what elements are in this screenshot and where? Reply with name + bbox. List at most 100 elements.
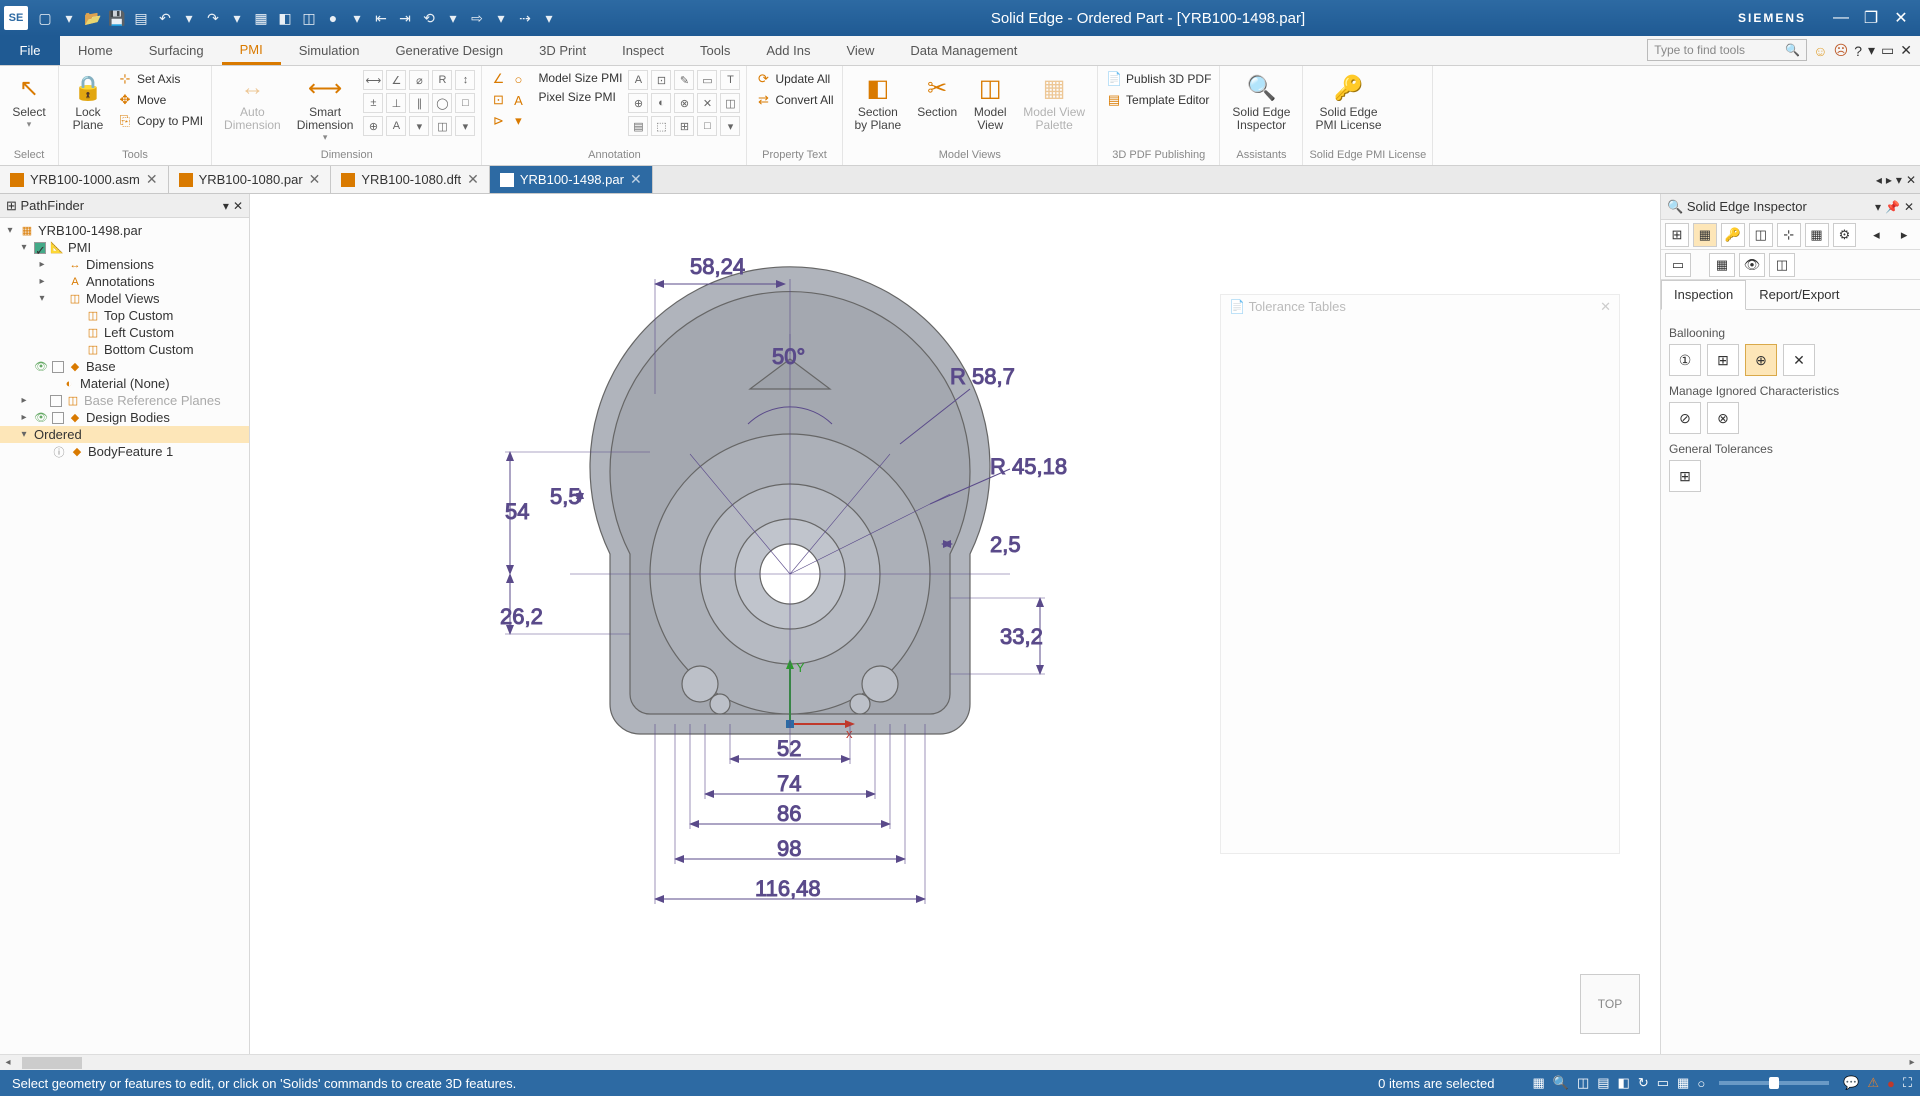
smart-dimension-button[interactable]: ⟷ Smart Dimension ▾ <box>291 70 360 145</box>
report-export-tab[interactable]: Report/Export <box>1746 280 1852 309</box>
tab-home[interactable]: Home <box>60 36 131 65</box>
select-button[interactable]: ↖ Select ▾ <box>6 70 52 132</box>
tab-inspect[interactable]: Inspect <box>604 36 682 65</box>
sb-notify-icon[interactable]: 💬 <box>1843 1075 1859 1091</box>
anno-tool-15[interactable]: ▾ <box>720 116 740 136</box>
anno-icon-6[interactable]: ▾ <box>510 113 526 129</box>
anno-tool-9[interactable]: ✕ <box>697 93 717 113</box>
set-axis-button[interactable]: ⊹Set Axis <box>115 70 205 88</box>
anno-icon-4[interactable]: A <box>510 92 526 108</box>
insp-tb-7[interactable]: ⚙ <box>1833 223 1857 247</box>
sb-icon-2[interactable]: 🔍 <box>1553 1075 1569 1091</box>
qat-nav5-icon[interactable]: ⇢ <box>516 9 534 27</box>
dim-tool-15[interactable]: ▾ <box>455 116 475 136</box>
dim-tool-1[interactable]: ⟷ <box>363 70 383 90</box>
dim-tool-9[interactable]: ◯ <box>432 93 452 113</box>
insp-next-icon[interactable]: ▸ <box>1892 223 1916 247</box>
qat-save-icon[interactable]: 💾 <box>108 9 126 27</box>
sb-zoom-out-icon[interactable]: ○ <box>1697 1076 1705 1091</box>
dim-tool-7[interactable]: ⊥ <box>386 93 406 113</box>
model-size-pmi-button[interactable]: Model Size PMI <box>536 70 624 86</box>
qat-nav5-drop-icon[interactable]: ▾ <box>540 9 558 27</box>
pf-close-icon[interactable]: ✕ <box>233 199 243 213</box>
section-button[interactable]: ✂Section <box>911 70 963 121</box>
tab-close-all-icon[interactable]: ✕ <box>1906 173 1916 187</box>
insp-menu-icon[interactable]: ▾ <box>1875 200 1881 214</box>
anno-tool-8[interactable]: ⊗ <box>674 93 694 113</box>
zoom-slider[interactable] <box>1719 1081 1829 1085</box>
qat-open-icon[interactable]: 📂 <box>84 9 102 27</box>
tab-tools[interactable]: Tools <box>682 36 748 65</box>
insp-tb2-2[interactable]: ▦ <box>1709 253 1735 277</box>
insp-prev-icon[interactable]: ◂ <box>1864 223 1888 247</box>
update-all-button[interactable]: ⟳Update All <box>753 70 835 88</box>
sb-icon-6[interactable]: ↻ <box>1638 1075 1649 1091</box>
close-icon[interactable]: ✕ <box>467 171 479 188</box>
sb-icon-8[interactable]: ▦ <box>1677 1075 1689 1091</box>
section-by-plane-button[interactable]: ◧Section by Plane <box>849 70 908 134</box>
anno-icon-3[interactable]: ⊡ <box>490 92 506 108</box>
anno-tool-12[interactable]: ⬚ <box>651 116 671 136</box>
insp-tb2-1[interactable]: ▭ <box>1665 253 1691 277</box>
anno-tool-1[interactable]: A <box>628 70 648 90</box>
close-icon[interactable]: ✕ <box>146 171 158 188</box>
anno-icon-2[interactable]: ○ <box>510 71 526 87</box>
qat-nav3-drop-icon[interactable]: ▾ <box>444 9 462 27</box>
anno-tool-14[interactable]: □ <box>697 116 717 136</box>
balloon-btn-3[interactable]: ⊕ <box>1745 344 1777 376</box>
sb-icon-3[interactable]: ◫ <box>1577 1075 1589 1091</box>
insp-tb2-3[interactable]: 👁 <box>1739 253 1765 277</box>
anno-tool-11[interactable]: ▤ <box>628 116 648 136</box>
sb-rec-icon[interactable]: ● <box>1887 1076 1895 1091</box>
tab-surfacing[interactable]: Surfacing <box>131 36 222 65</box>
anno-tool-5[interactable]: T <box>720 70 740 90</box>
sb-icon-4[interactable]: ▤ <box>1597 1075 1609 1091</box>
dim-tool-13[interactable]: ▾ <box>409 116 429 136</box>
anno-tool-2[interactable]: ⊡ <box>651 70 671 90</box>
anno-tool-13[interactable]: ⊞ <box>674 116 694 136</box>
solid-edge-inspector-button[interactable]: 🔍Solid Edge Inspector <box>1226 70 1296 134</box>
close-icon[interactable]: ✕ <box>1600 299 1611 315</box>
scroll-left-icon[interactable]: ◂ <box>0 1057 16 1068</box>
viewport-canvas[interactable]: Y x 58,24 <box>250 194 1660 1054</box>
qat-undo-drop-icon[interactable]: ▾ <box>180 9 198 27</box>
model-view-palette-button[interactable]: ▦Model View Palette <box>1017 70 1091 134</box>
pf-material[interactable]: ◐Material (None) <box>0 375 249 392</box>
dim-tool-11[interactable]: ⊕ <box>363 116 383 136</box>
qat-view-icon[interactable]: ◧ <box>276 9 294 27</box>
ignored-btn-2[interactable]: ⊗ <box>1707 402 1739 434</box>
pf-body-feature-1[interactable]: ⓘ◆BodyFeature 1 <box>0 443 249 460</box>
scroll-thumb[interactable] <box>22 1057 82 1069</box>
qat-nav4-drop-icon[interactable]: ▾ <box>492 9 510 27</box>
ignored-btn-1[interactable]: ⊘ <box>1669 402 1701 434</box>
sb-maximize-icon[interactable]: ⛶ <box>1903 1075 1912 1091</box>
qat-shade-drop-icon[interactable]: ▾ <box>348 9 366 27</box>
ribbon-close-icon[interactable]: ✕ <box>1900 42 1912 59</box>
qat-undo-icon[interactable]: ↶ <box>156 9 174 27</box>
qat-nav1-icon[interactable]: ⇤ <box>372 9 390 27</box>
minimize-button[interactable]: — <box>1826 3 1856 33</box>
insp-tb-6[interactable]: ▦ <box>1805 223 1829 247</box>
sb-alert-icon[interactable]: ⚠ <box>1867 1075 1879 1091</box>
lock-plane-button[interactable]: 🔒 Lock Plane <box>65 70 111 134</box>
tab-prev-icon[interactable]: ◂ <box>1876 173 1882 187</box>
dim-tool-8[interactable]: ∥ <box>409 93 429 113</box>
tab-next-icon[interactable]: ▸ <box>1886 173 1892 187</box>
qat-dropdown-icon[interactable]: ▾ <box>60 9 78 27</box>
doctab-1[interactable]: YRB100-1000.asm✕ <box>0 166 169 193</box>
qat-viewmode-icon[interactable]: ◫ <box>300 9 318 27</box>
frown-icon[interactable]: ☹ <box>1834 42 1849 59</box>
smile-icon[interactable]: ☺ <box>1813 43 1827 59</box>
qat-shade-icon[interactable]: ● <box>324 9 342 27</box>
pf-ordered[interactable]: ▾Ordered <box>0 426 249 443</box>
anno-tool-6[interactable]: ⊕ <box>628 93 648 113</box>
publish-3d-pdf-button[interactable]: 📄Publish 3D PDF <box>1104 70 1213 88</box>
pf-root[interactable]: ▾▦YRB100-1498.par <box>0 222 249 239</box>
qat-redo-icon[interactable]: ↷ <box>204 9 222 27</box>
pf-base-ref-planes[interactable]: ▸◫Base Reference Planes <box>0 392 249 409</box>
pathfinder-tree[interactable]: ▾▦YRB100-1498.par ▾✓📐PMI ▸↔Dimensions ▸A… <box>0 218 249 1054</box>
template-editor-button[interactable]: ▤Template Editor <box>1104 91 1213 109</box>
insp-tb-2[interactable]: ▦ <box>1693 223 1717 247</box>
doctab-2[interactable]: YRB100-1080.par✕ <box>169 166 332 193</box>
tab-menu-icon[interactable]: ▾ <box>1896 173 1902 187</box>
